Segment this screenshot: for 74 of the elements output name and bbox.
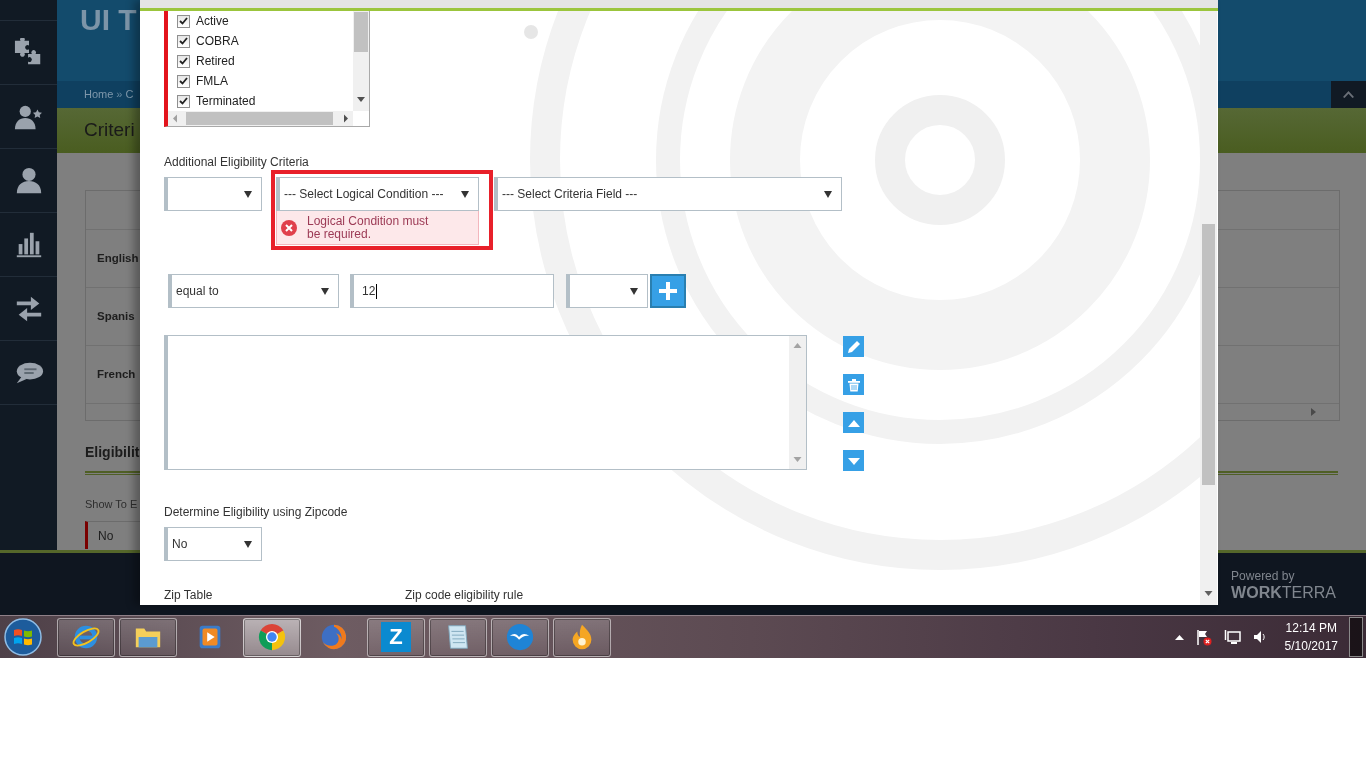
scrollbar[interactable] — [168, 111, 353, 126]
globe-icon — [319, 622, 349, 652]
caret-down-icon — [461, 190, 469, 198]
checkbox-label: Active — [196, 13, 229, 30]
row-label: English — [97, 250, 139, 266]
powered-by-label: Powered by — [1231, 569, 1295, 583]
caret-down-icon — [824, 190, 832, 198]
checkbox-label: Terminated — [196, 93, 256, 110]
caret-down-icon — [321, 287, 329, 295]
checkbox-list[interactable]: Active COBRA Retired FMLA Terminated — [164, 11, 370, 127]
checkbox[interactable] — [177, 34, 190, 48]
clock-date[interactable]: 5/10/2017 — [1284, 637, 1338, 655]
error-message: Logical Condition must be required. — [307, 214, 430, 241]
row-label: Spanis — [97, 308, 135, 324]
caret-up-icon[interactable] — [1174, 634, 1184, 640]
taskbar-button[interactable] — [119, 617, 177, 657]
taskbar-button[interactable] — [57, 617, 115, 657]
move-up-button[interactable] — [843, 412, 864, 433]
plus-icon — [659, 282, 677, 300]
trash-icon — [846, 377, 861, 392]
dropdown[interactable]: --- Select Logical Condition --- — [276, 177, 479, 211]
caret-up-icon — [1343, 91, 1354, 98]
pencil-icon — [846, 339, 861, 354]
letter-tile: Z — [381, 622, 411, 652]
scrollbar[interactable] — [353, 11, 369, 111]
delete-button[interactable] — [843, 374, 864, 395]
field-label: Determine Eligibility using Zipcode — [164, 505, 348, 519]
add-button[interactable] — [650, 274, 686, 308]
checkbox[interactable] — [177, 54, 190, 68]
checkbox-label: COBRA — [196, 33, 239, 50]
show-desktop-button[interactable] — [1349, 617, 1363, 657]
dropdown[interactable]: --- Select Criteria Field --- — [494, 177, 842, 211]
start-button[interactable] — [3, 617, 43, 657]
taskbar-button[interactable]: Z — [367, 617, 425, 657]
segmented-circle-icon — [257, 622, 287, 652]
checkbox[interactable] — [177, 94, 190, 108]
taskbar-button[interactable] — [429, 617, 487, 657]
taskbar-button[interactable] — [553, 617, 611, 657]
checkbox-label: Retired — [196, 53, 235, 70]
error-icon — [281, 219, 297, 236]
field-label: Zip code eligibility rule — [405, 588, 524, 602]
checkbox[interactable] — [177, 14, 190, 28]
checkbox[interactable] — [177, 74, 190, 88]
text-input[interactable]: 12 — [350, 274, 554, 308]
brand-name: WORKTERRA — [1231, 583, 1336, 603]
scrollbar[interactable] — [1200, 11, 1217, 605]
app-title: UI T — [80, 2, 137, 38]
edit-button[interactable] — [843, 336, 864, 357]
caret-down-icon — [630, 287, 638, 295]
field-label: Additional Eligibility Criteria — [164, 155, 309, 169]
collapse-button[interactable] — [1331, 81, 1366, 108]
breadcrumb-separator: » — [116, 87, 123, 103]
field-label: Show To E — [85, 497, 138, 511]
row-label: French — [97, 366, 136, 382]
move-down-button[interactable] — [843, 450, 864, 471]
caret-down-icon — [244, 540, 252, 548]
dropdown[interactable]: No — [164, 527, 262, 561]
checkbox-label: FMLA — [196, 73, 228, 90]
taskbar-button[interactable] — [491, 617, 549, 657]
monitor-icon[interactable] — [1223, 629, 1241, 645]
dropdown[interactable]: equal to — [168, 274, 339, 308]
clock-time[interactable]: 12:14 PM — [1285, 619, 1337, 637]
section-title: Eligibilit — [85, 443, 140, 461]
field-label: Zip Table — [164, 588, 214, 602]
scrollbar[interactable] — [789, 336, 806, 469]
flag-icon[interactable] — [1195, 628, 1212, 646]
speaker-icon[interactable] — [1252, 629, 1267, 645]
breadcrumb-link[interactable]: Home — [84, 86, 114, 103]
breadcrumb-link[interactable]: C — [125, 86, 134, 103]
taskbar-button[interactable] — [243, 617, 301, 657]
caret-down-icon — [244, 190, 252, 198]
page-title: Criteri — [84, 118, 135, 143]
gulls-circle-icon — [505, 622, 535, 652]
orb-icon — [4, 618, 42, 656]
